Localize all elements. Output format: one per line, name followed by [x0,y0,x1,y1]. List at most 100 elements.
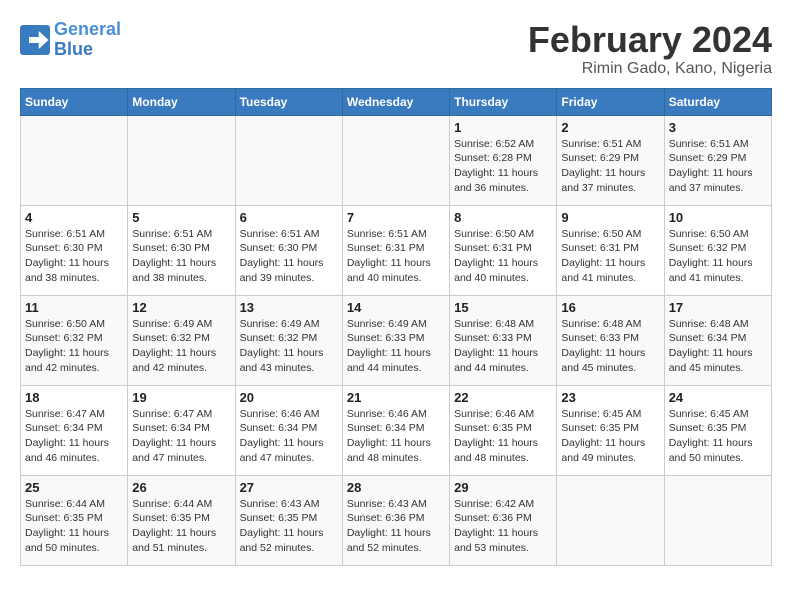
day-info: Sunrise: 6:46 AM Sunset: 6:34 PM Dayligh… [240,407,338,466]
calendar-cell: 18 Sunrise: 6:47 AM Sunset: 6:34 PM Dayli… [21,385,128,475]
day-of-week-header: Tuesday [235,88,342,115]
calendar-cell: 16 Sunrise: 6:48 AM Sunset: 6:33 PM Dayli… [557,295,664,385]
day-info: Sunrise: 6:44 AM Sunset: 6:35 PM Dayligh… [132,497,230,556]
day-of-week-header: Sunday [21,88,128,115]
calendar-cell: 4Sunrise: 6:51 AM Sunset: 6:30 PM Daylig… [21,205,128,295]
calendar-cell [664,475,771,565]
logo-icon [20,25,50,55]
day-of-week-header: Thursday [450,88,557,115]
day-info: Sunrise: 6:48 AM Sunset: 6:33 PM Dayligh… [561,317,659,376]
day-info: Sunrise: 6:47 AM Sunset: 6:34 PM Dayligh… [25,407,123,466]
day-number: 7 [347,210,445,225]
day-info: Sunrise: 6:51 AM Sunset: 6:30 PM Dayligh… [25,227,123,286]
day-number: 26 [132,480,230,495]
day-number: 11 [25,300,123,315]
day-info: Sunrise: 6:50 AM Sunset: 6:31 PM Dayligh… [454,227,552,286]
calendar-cell: 3 Sunrise: 6:51 AM Sunset: 6:29 PM Daylig… [664,115,771,205]
calendar-cell: 29Sunrise: 6:42 AM Sunset: 6:36 PM Dayli… [450,475,557,565]
day-info: Sunrise: 6:52 AM Sunset: 6:28 PM Dayligh… [454,137,552,196]
day-number: 5 [132,210,230,225]
day-info: Sunrise: 6:51 AM Sunset: 6:29 PM Dayligh… [669,137,767,196]
day-of-week-header: Wednesday [342,88,449,115]
day-number: 13 [240,300,338,315]
calendar-week-row: 4Sunrise: 6:51 AM Sunset: 6:30 PM Daylig… [21,205,772,295]
calendar-body: 1 Sunrise: 6:52 AM Sunset: 6:28 PM Daylig… [21,115,772,565]
calendar-cell: 5Sunrise: 6:51 AM Sunset: 6:30 PM Daylig… [128,205,235,295]
logo: General Blue [20,20,121,60]
day-number: 2 [561,120,659,135]
day-number: 12 [132,300,230,315]
day-number: 10 [669,210,767,225]
day-number: 8 [454,210,552,225]
title-area: February 2024 Rimin Gado, Kano, Nigeria [528,20,772,78]
calendar-week-row: 11 Sunrise: 6:50 AM Sunset: 6:32 PM Dayli… [21,295,772,385]
calendar-cell: 13 Sunrise: 6:49 AM Sunset: 6:32 PM Dayli… [235,295,342,385]
day-number: 27 [240,480,338,495]
calendar-cell [21,115,128,205]
day-number: 3 [669,120,767,135]
day-info: Sunrise: 6:46 AM Sunset: 6:35 PM Dayligh… [454,407,552,466]
calendar-cell: 24Sunrise: 6:45 AM Sunset: 6:35 PM Dayli… [664,385,771,475]
day-number: 16 [561,300,659,315]
calendar-cell: 8 Sunrise: 6:50 AM Sunset: 6:31 PM Daylig… [450,205,557,295]
day-info: Sunrise: 6:51 AM Sunset: 6:29 PM Dayligh… [561,137,659,196]
day-info: Sunrise: 6:45 AM Sunset: 6:35 PM Dayligh… [669,407,767,466]
day-info: Sunrise: 6:49 AM Sunset: 6:33 PM Dayligh… [347,317,445,376]
calendar-cell: 20 Sunrise: 6:46 AM Sunset: 6:34 PM Dayli… [235,385,342,475]
day-number: 25 [25,480,123,495]
day-info: Sunrise: 6:45 AM Sunset: 6:35 PM Dayligh… [561,407,659,466]
calendar-cell: 28 Sunrise: 6:43 AM Sunset: 6:36 PM Dayli… [342,475,449,565]
calendar-cell: 12 Sunrise: 6:49 AM Sunset: 6:32 PM Dayli… [128,295,235,385]
day-number: 20 [240,390,338,405]
day-number: 28 [347,480,445,495]
day-info: Sunrise: 6:50 AM Sunset: 6:32 PM Dayligh… [669,227,767,286]
day-info: Sunrise: 6:51 AM Sunset: 6:31 PM Dayligh… [347,227,445,286]
day-number: 14 [347,300,445,315]
calendar-cell: 1 Sunrise: 6:52 AM Sunset: 6:28 PM Daylig… [450,115,557,205]
day-number: 19 [132,390,230,405]
day-info: Sunrise: 6:43 AM Sunset: 6:36 PM Dayligh… [347,497,445,556]
day-info: Sunrise: 6:50 AM Sunset: 6:32 PM Dayligh… [25,317,123,376]
calendar-cell: 23 Sunrise: 6:45 AM Sunset: 6:35 PM Dayli… [557,385,664,475]
calendar-cell [557,475,664,565]
header: General Blue February 2024 Rimin Gado, K… [20,20,772,78]
day-number: 18 [25,390,123,405]
day-number: 15 [454,300,552,315]
calendar-header-row: SundayMondayTuesdayWednesdayThursdayFrid… [21,88,772,115]
day-of-week-header: Friday [557,88,664,115]
day-info: Sunrise: 6:46 AM Sunset: 6:34 PM Dayligh… [347,407,445,466]
calendar-cell: 15Sunrise: 6:48 AM Sunset: 6:33 PM Dayli… [450,295,557,385]
day-info: Sunrise: 6:42 AM Sunset: 6:36 PM Dayligh… [454,497,552,556]
day-info: Sunrise: 6:49 AM Sunset: 6:32 PM Dayligh… [240,317,338,376]
calendar-cell [342,115,449,205]
calendar-cell: 17 Sunrise: 6:48 AM Sunset: 6:34 PM Dayli… [664,295,771,385]
location-subtitle: Rimin Gado, Kano, Nigeria [528,60,772,78]
day-info: Sunrise: 6:47 AM Sunset: 6:34 PM Dayligh… [132,407,230,466]
calendar-cell: 21 Sunrise: 6:46 AM Sunset: 6:34 PM Dayli… [342,385,449,475]
calendar-cell: 26 Sunrise: 6:44 AM Sunset: 6:35 PM Dayli… [128,475,235,565]
calendar-cell: 27 Sunrise: 6:43 AM Sunset: 6:35 PM Dayli… [235,475,342,565]
calendar-week-row: 18 Sunrise: 6:47 AM Sunset: 6:34 PM Dayli… [21,385,772,475]
calendar-cell: 2 Sunrise: 6:51 AM Sunset: 6:29 PM Daylig… [557,115,664,205]
calendar-cell [128,115,235,205]
logo-text: General Blue [54,20,121,60]
calendar-cell: 11 Sunrise: 6:50 AM Sunset: 6:32 PM Dayli… [21,295,128,385]
calendar-week-row: 25 Sunrise: 6:44 AM Sunset: 6:35 PM Dayli… [21,475,772,565]
calendar-cell: 14 Sunrise: 6:49 AM Sunset: 6:33 PM Dayli… [342,295,449,385]
day-number: 17 [669,300,767,315]
day-number: 1 [454,120,552,135]
day-of-week-header: Monday [128,88,235,115]
day-info: Sunrise: 6:48 AM Sunset: 6:34 PM Dayligh… [669,317,767,376]
calendar-table: SundayMondayTuesdayWednesdayThursdayFrid… [20,88,772,566]
calendar-cell: 9 Sunrise: 6:50 AM Sunset: 6:31 PM Daylig… [557,205,664,295]
day-info: Sunrise: 6:43 AM Sunset: 6:35 PM Dayligh… [240,497,338,556]
day-info: Sunrise: 6:50 AM Sunset: 6:31 PM Dayligh… [561,227,659,286]
day-number: 6 [240,210,338,225]
day-number: 21 [347,390,445,405]
calendar-cell [235,115,342,205]
day-number: 23 [561,390,659,405]
day-info: Sunrise: 6:49 AM Sunset: 6:32 PM Dayligh… [132,317,230,376]
day-number: 9 [561,210,659,225]
day-info: Sunrise: 6:44 AM Sunset: 6:35 PM Dayligh… [25,497,123,556]
calendar-cell: 6Sunrise: 6:51 AM Sunset: 6:30 PM Daylig… [235,205,342,295]
